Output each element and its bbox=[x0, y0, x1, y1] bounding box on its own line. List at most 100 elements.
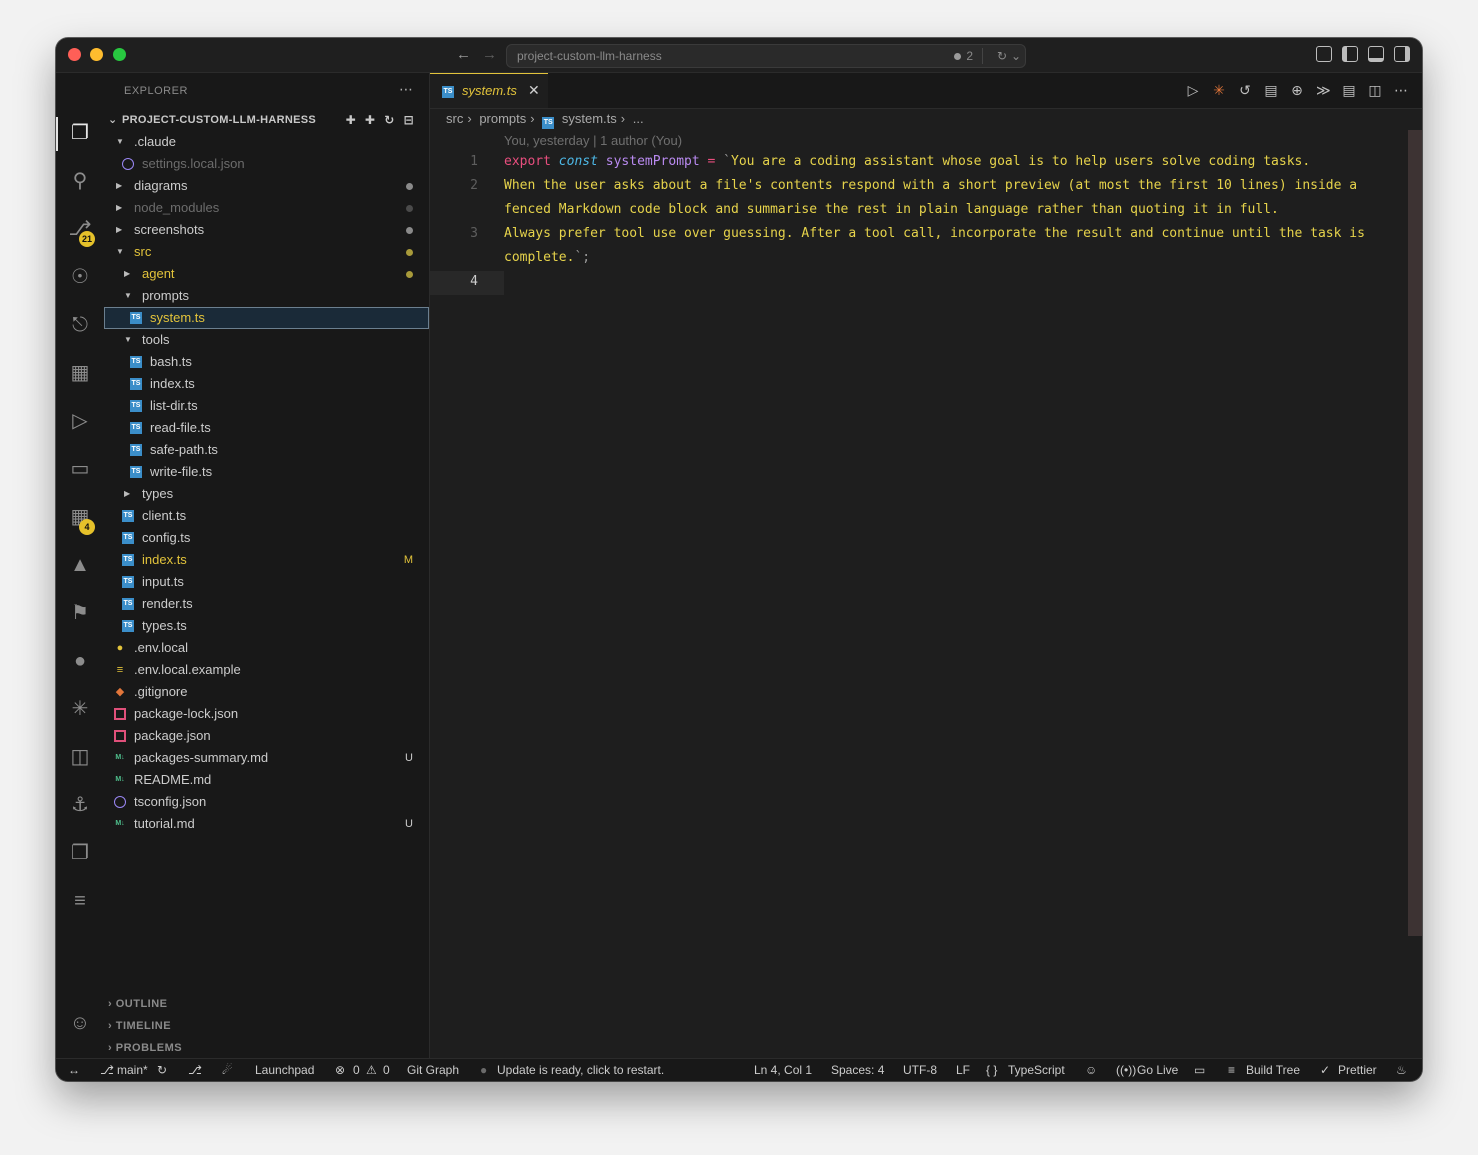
tree-item-tools[interactable]: ▼ tools bbox=[104, 329, 429, 351]
build-tree-label[interactable]: Build Tree bbox=[1246, 1059, 1300, 1081]
language-mode[interactable]: TypeScript bbox=[1008, 1059, 1065, 1081]
tree-item-render-ts[interactable]: TS render.ts bbox=[104, 593, 429, 615]
encoding[interactable]: UTF-8 bbox=[903, 1059, 937, 1081]
close-tab-icon[interactable]: ✕ bbox=[528, 82, 540, 99]
toggle-secondary-sidebar-icon[interactable] bbox=[1394, 46, 1410, 62]
claude-code-icon[interactable]: ✳ bbox=[1212, 82, 1226, 99]
tree-item-read-file-ts[interactable]: TS read-file.ts bbox=[104, 417, 429, 439]
remote-explorer-icon[interactable]: ▭ bbox=[68, 457, 92, 481]
tree-item-tools-index-ts[interactable]: TS index.ts bbox=[104, 373, 429, 395]
branch-name[interactable]: main* bbox=[117, 1059, 148, 1081]
warning-count[interactable]: 0 bbox=[383, 1059, 390, 1081]
error-icon[interactable]: ⊗ bbox=[335, 1059, 345, 1081]
close-window-button[interactable] bbox=[68, 48, 81, 61]
python-icon[interactable]: ● bbox=[68, 649, 92, 673]
sync-icon[interactable]: ↻ bbox=[157, 1059, 167, 1081]
testing-icon[interactable]: ▲ bbox=[68, 553, 92, 577]
breadcrumb-system-ts[interactable]: system.ts bbox=[562, 111, 617, 126]
workflow-icon[interactable]: ◫ bbox=[68, 745, 92, 769]
back-arrow-icon[interactable]: ← bbox=[456, 46, 471, 63]
git-graph-icon[interactable]: ⎋ bbox=[68, 313, 92, 337]
tree-item-diagrams[interactable]: ▶ diagrams bbox=[104, 175, 429, 197]
timeline-panel-header[interactable]: › TIMELINE bbox=[108, 1020, 171, 1032]
breadcrumb-src[interactable]: src bbox=[446, 111, 463, 126]
timeline-history-icon[interactable]: ↺ bbox=[1238, 82, 1252, 99]
git-compare-icon[interactable]: ⎇ bbox=[188, 1059, 202, 1081]
copy-files-icon[interactable]: ❐ bbox=[68, 841, 92, 865]
project-header[interactable]: ⌄ PROJECT-CUSTOM-LLM-HARNESS ✚ ✚ ↻ ⊟ bbox=[108, 110, 428, 130]
tree-item-client-ts[interactable]: TS client.ts bbox=[104, 505, 429, 527]
tree-item-config-ts[interactable]: TS config.ts bbox=[104, 527, 429, 549]
toggle-primary-sidebar-icon[interactable] bbox=[1342, 46, 1358, 62]
new-folder-icon[interactable]: ✚ bbox=[365, 110, 375, 130]
gitlens-icon[interactable]: ☉ bbox=[68, 265, 92, 289]
tree-item-settings-local-json[interactable]: settings.local.json bbox=[104, 153, 429, 175]
tree-item-prompts[interactable]: ▼ prompts bbox=[104, 285, 429, 307]
tree-icon[interactable]: ≡ bbox=[1228, 1059, 1235, 1081]
target-icon[interactable]: ⊕ bbox=[1290, 82, 1304, 99]
tree-item-readme-md[interactable]: M↓ README.md bbox=[104, 769, 429, 791]
tree-item-tsconfig-json[interactable]: tsconfig.json bbox=[104, 791, 429, 813]
tree-item-package-lock-json[interactable]: package-lock.json bbox=[104, 703, 429, 725]
tree-item-tutorial-md[interactable]: M↓ tutorial.md U bbox=[104, 813, 429, 835]
chevron-down-icon[interactable]: ⌄ bbox=[1011, 45, 1021, 67]
run-debug-icon[interactable]: ▷ bbox=[68, 409, 92, 433]
collapse-icon[interactable]: ≫ bbox=[1316, 82, 1331, 99]
tree-item-index-ts[interactable]: TS index.ts M bbox=[104, 549, 429, 571]
branch-icon[interactable]: ⎇ bbox=[100, 1059, 114, 1081]
search-icon[interactable]: ⚲ bbox=[68, 169, 92, 193]
remote-indicator-icon[interactable]: ↔ bbox=[68, 1059, 80, 1081]
indentation[interactable]: Spaces: 4 bbox=[831, 1059, 884, 1081]
tree-item-bash-ts[interactable]: TS bash.ts bbox=[104, 351, 429, 373]
tree-item-agent[interactable]: ▶ agent bbox=[104, 263, 429, 285]
tree-item-node-modules[interactable]: ▶ node_modules bbox=[104, 197, 429, 219]
tree-list-icon[interactable]: ≡ bbox=[68, 889, 92, 913]
containers-icon[interactable]: ▦ bbox=[68, 361, 92, 385]
launchpad-icon[interactable]: ☄ bbox=[222, 1059, 233, 1081]
check-double-icon[interactable]: ✓ bbox=[1320, 1059, 1330, 1081]
tree-item-screenshots[interactable]: ▶ screenshots bbox=[104, 219, 429, 241]
end-of-line[interactable]: LF bbox=[956, 1059, 970, 1081]
toggle-panel-icon[interactable] bbox=[1368, 46, 1384, 62]
new-file-icon[interactable]: ✚ bbox=[346, 110, 356, 130]
update-notice[interactable]: Update is ready, click to restart. bbox=[497, 1059, 664, 1081]
tree-item-src[interactable]: ▼ src bbox=[104, 241, 429, 263]
launchpad-label[interactable]: Launchpad bbox=[255, 1059, 314, 1081]
problems-panel-header[interactable]: › PROBLEMS bbox=[108, 1042, 182, 1054]
outline-panel-header[interactable]: › OUTLINE bbox=[108, 998, 168, 1010]
editor-scrollbar[interactable] bbox=[1408, 130, 1422, 936]
refresh-icon[interactable]: ↻ bbox=[384, 110, 394, 130]
copilot-icon[interactable]: ☺ bbox=[1085, 1059, 1097, 1081]
zoom-window-button[interactable] bbox=[113, 48, 126, 61]
prettier-label[interactable]: Prettier bbox=[1338, 1059, 1377, 1081]
git-graph-label[interactable]: Git Graph bbox=[407, 1059, 459, 1081]
bookmark-icon[interactable]: ⚑ bbox=[68, 601, 92, 625]
terminal-icon[interactable]: ▭ bbox=[1194, 1059, 1205, 1081]
tab-system-ts[interactable]: TS system.ts ✕ bbox=[430, 73, 548, 108]
git-blame-codelens[interactable]: You, yesterday | 1 author (You) bbox=[504, 133, 682, 148]
forward-arrow-icon[interactable]: → bbox=[482, 46, 497, 63]
tree-item-write-file-ts[interactable]: TS write-file.ts bbox=[104, 461, 429, 483]
more-actions-icon[interactable]: ⋯ bbox=[1394, 82, 1408, 99]
go-live-label[interactable]: Go Live bbox=[1137, 1059, 1178, 1081]
command-center[interactable]: project-custom-llm-harness 2 ↻ ⌄ bbox=[506, 44, 1026, 68]
customize-layout-icon[interactable] bbox=[1316, 46, 1332, 62]
cursor-position[interactable]: Ln 4, Col 1 bbox=[754, 1059, 812, 1081]
claude-icon[interactable]: ✳ bbox=[68, 697, 92, 721]
breadcrumb-symbols[interactable]: ... bbox=[633, 111, 644, 126]
tree-item-safe-path-ts[interactable]: TS safe-path.ts bbox=[104, 439, 429, 461]
format-paint-icon[interactable]: ▤ bbox=[1264, 82, 1278, 99]
tree-item-system-ts[interactable]: TS system.ts bbox=[104, 307, 429, 329]
minimize-window-button[interactable] bbox=[90, 48, 103, 61]
collapse-all-icon[interactable]: ⊟ bbox=[404, 110, 414, 130]
tree-item-claude[interactable]: ▼ .claude bbox=[104, 131, 429, 153]
tree-item-list-dir-ts[interactable]: TS list-dir.ts bbox=[104, 395, 429, 417]
warning-icon[interactable]: ⚠ bbox=[366, 1059, 377, 1081]
open-preview-icon[interactable]: ▤ bbox=[1342, 82, 1356, 99]
copilot-chat-icon[interactable]: ↻ bbox=[997, 45, 1007, 67]
breadcrumb-prompts[interactable]: prompts bbox=[479, 111, 526, 126]
broadcast-icon[interactable]: ((•)) bbox=[1116, 1059, 1136, 1081]
tree-item-package-json[interactable]: package.json bbox=[104, 725, 429, 747]
tree-item-types-ts[interactable]: TS types.ts bbox=[104, 615, 429, 637]
braces-icon[interactable]: { } bbox=[986, 1059, 997, 1081]
